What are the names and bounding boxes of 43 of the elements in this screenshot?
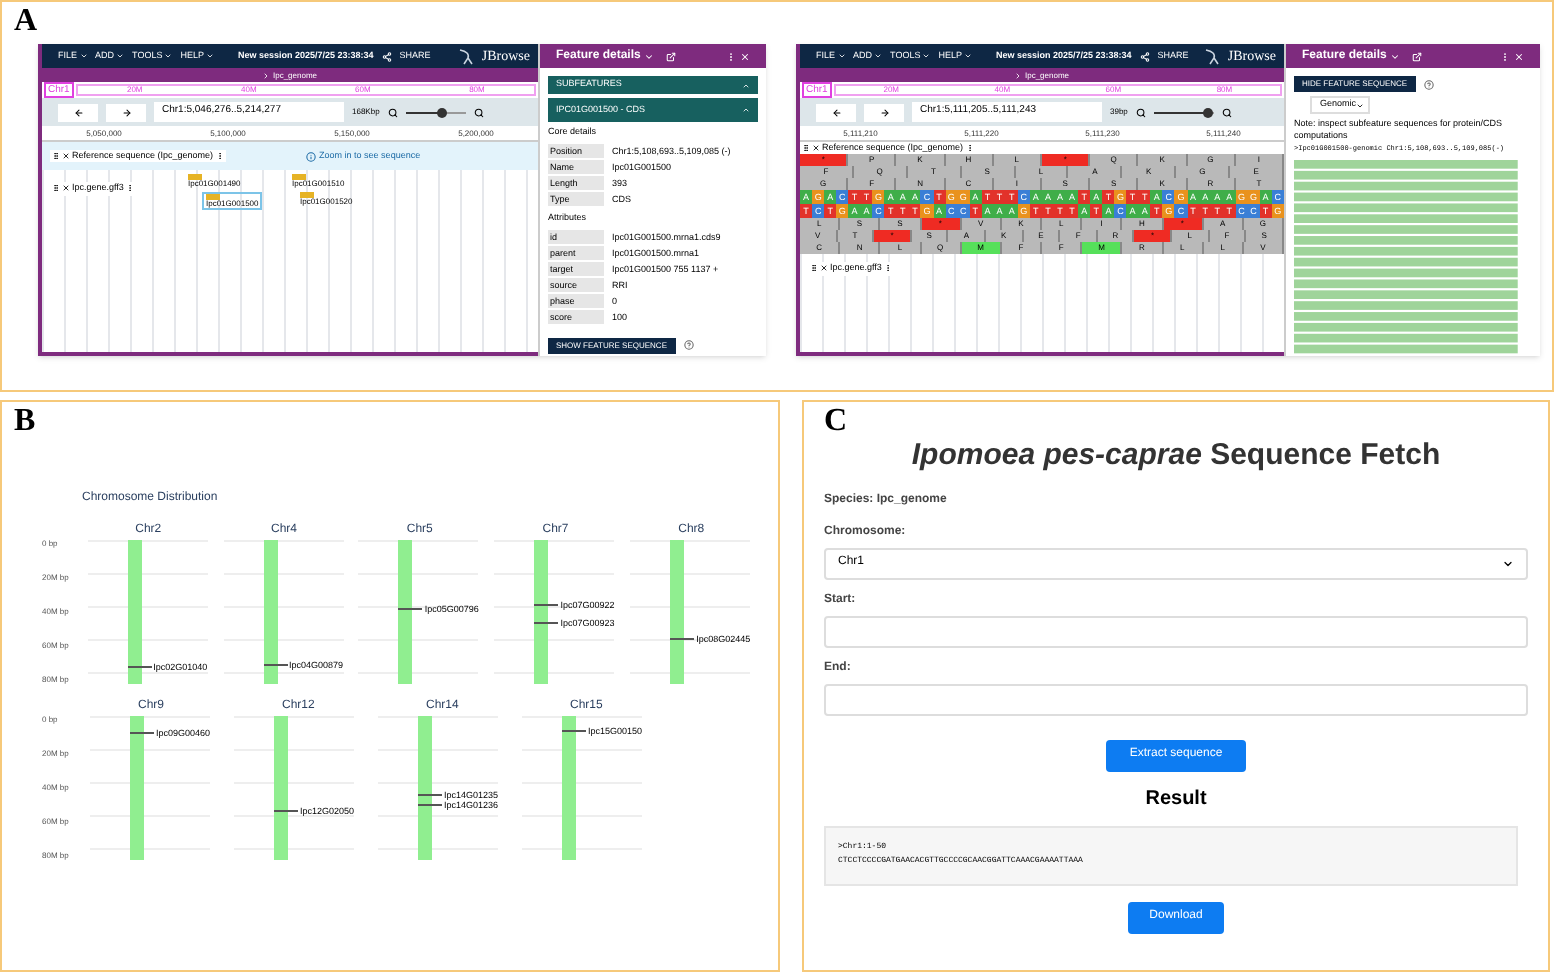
help-icon[interactable] xyxy=(683,340,693,350)
chromosome-bar xyxy=(562,716,576,860)
caret-icon xyxy=(1502,557,1514,569)
left-arrow-icon xyxy=(831,107,841,117)
panel-label: B xyxy=(14,406,38,438)
chromosome-bar xyxy=(130,716,144,860)
forward-button[interactable] xyxy=(864,103,904,121)
share-icon xyxy=(1139,51,1150,61)
page-title: Ipomoea pes-caprae Sequence Fetch xyxy=(909,436,1443,476)
back-button[interactable] xyxy=(816,103,856,121)
end-field[interactable] xyxy=(824,683,1528,715)
slider-thumb[interactable] xyxy=(436,107,447,117)
chromosome-bar xyxy=(418,716,432,860)
zoom-out-icon[interactable] xyxy=(387,107,398,117)
chromosome-bar xyxy=(263,540,277,684)
popout-icon[interactable] xyxy=(666,51,677,61)
chromosome-bar xyxy=(534,540,549,684)
panel-label: A xyxy=(14,6,40,38)
forward-button[interactable] xyxy=(106,103,146,121)
zoom-slider[interactable] xyxy=(1153,107,1214,117)
left-arrow-icon xyxy=(73,107,83,117)
chromosome-bar xyxy=(274,716,288,860)
dropdown-icon[interactable] xyxy=(644,51,655,61)
result-title: Result xyxy=(1145,785,1207,813)
info-icon xyxy=(305,151,316,161)
chromosome-bar xyxy=(670,540,685,684)
slider-thumb[interactable] xyxy=(1202,107,1213,117)
chromosome-bar xyxy=(398,540,413,684)
zoom-in-icon[interactable] xyxy=(1221,107,1232,117)
chromosome-bar xyxy=(127,540,142,684)
zoom-out-icon[interactable] xyxy=(1135,107,1146,117)
bird-logo-icon xyxy=(457,47,474,65)
popout-icon[interactable] xyxy=(1412,51,1423,61)
share-icon xyxy=(381,51,392,61)
bird-logo-icon xyxy=(1203,47,1220,65)
help-icon[interactable] xyxy=(1423,79,1434,89)
zoom-in-icon[interactable] xyxy=(473,107,484,117)
dropdown-icon[interactable] xyxy=(1390,51,1401,61)
panel-label: C xyxy=(824,406,850,438)
right-arrow-icon xyxy=(121,107,131,117)
back-button[interactable] xyxy=(58,103,98,121)
start-field[interactable] xyxy=(824,615,1528,647)
right-arrow-icon xyxy=(879,107,889,117)
